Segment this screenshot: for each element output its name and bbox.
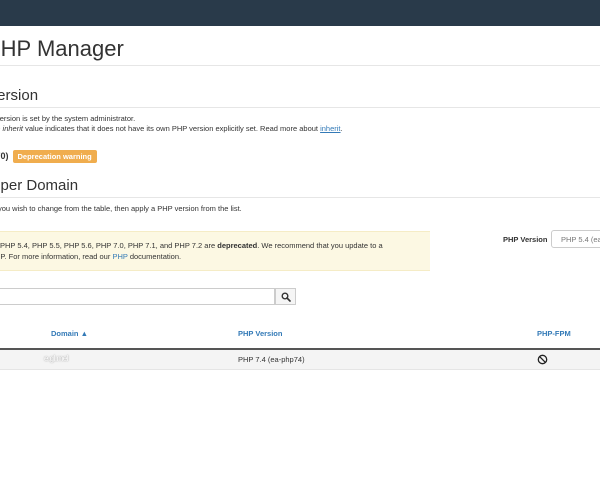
search-input[interactable] [0, 288, 275, 305]
deprecation-alert: ns PHP 5.4, PHP 5.5, PHP 5.6, PHP 7.0, P… [0, 231, 430, 271]
php-fpm-column-header[interactable]: PHP-FPM [537, 329, 571, 338]
domain-cell: e.gl.mel [44, 354, 69, 363]
php-version-select[interactable]: PHP 5.4 (ea [551, 230, 600, 248]
search-icon [281, 292, 291, 302]
system-version-heading: Version [0, 87, 39, 104]
system-description-line2: the inherit value indicates that it does… [0, 124, 343, 133]
php-version-label: PHP Version [503, 235, 548, 244]
per-domain-heading-divider [0, 197, 600, 198]
domain-column-header[interactable]: Domain ▲ [51, 329, 88, 338]
alert-line1: ns PHP 5.4, PHP 5.5, PHP 5.6, PHP 7.0, P… [0, 241, 383, 250]
title-divider [0, 65, 600, 66]
php-version-column-header[interactable]: PHP Version [238, 329, 282, 338]
php-documentation-link[interactable]: PHP [112, 252, 127, 261]
inherit-link[interactable]: inherit [320, 124, 340, 133]
system-heading-divider [0, 107, 600, 108]
deprecation-warning-badge: Deprecation warning [12, 150, 97, 163]
alert-line2: PHP. For more information, read our PHP … [0, 252, 182, 261]
page-title: PHP Manager [0, 36, 124, 61]
system-description-line1: version is set by the system administrat… [0, 114, 136, 123]
php-version-cell: PHP 7.4 (ea-php74) [238, 355, 305, 364]
per-domain-heading: n per Domain [0, 177, 79, 194]
per-domain-description: you wish to change from the table, then … [0, 204, 242, 213]
current-system-version: p70) [0, 150, 9, 161]
search-button[interactable] [275, 288, 296, 305]
disabled-icon [537, 354, 548, 365]
system-php-version: p70)Deprecation warning [0, 150, 97, 163]
top-navigation-bar [0, 0, 600, 26]
table-row[interactable]: e.gl.mel PHP 7.4 (ea-php74) [0, 350, 600, 370]
